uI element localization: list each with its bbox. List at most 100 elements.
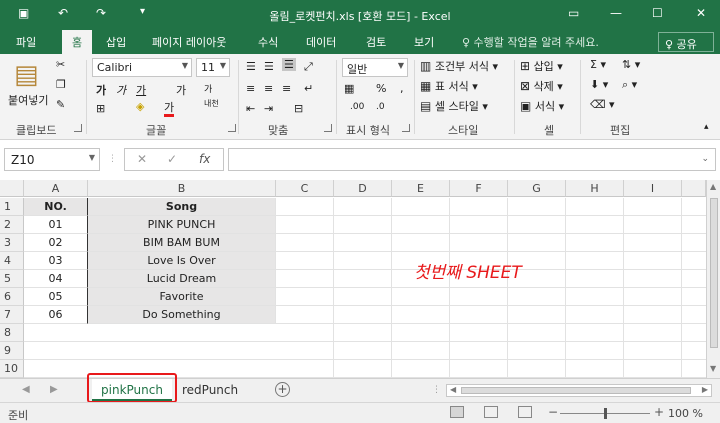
table-header-song[interactable]: Song — [88, 198, 276, 216]
font-color-button[interactable]: 가 — [164, 102, 175, 117]
table-cell-song[interactable]: Love Is Over — [88, 252, 276, 270]
scrollbar-thumb[interactable] — [710, 198, 718, 348]
decrease-indent-icon[interactable]: ⇤ — [246, 102, 255, 115]
column-header-d[interactable]: D — [334, 180, 392, 197]
column-header-f[interactable]: F — [450, 180, 508, 197]
tab-split-handle-icon[interactable]: ⋮ — [432, 385, 441, 395]
table-cell-song[interactable]: BIM BAM BUM — [88, 234, 276, 252]
font-name-combo[interactable]: Calibri ▼ — [92, 58, 192, 77]
table-cell-no[interactable]: 02 — [24, 234, 88, 252]
table-cell-song[interactable]: Do Something — [88, 306, 276, 324]
share-button[interactable]: ♀ 공유 — [658, 32, 714, 52]
scroll-up-icon[interactable]: ▲ — [710, 182, 716, 191]
decrease-decimal-icon[interactable]: .0 — [376, 102, 385, 112]
column-header-a[interactable]: A — [24, 180, 88, 197]
row-header[interactable]: 9 — [0, 342, 24, 360]
formula-input[interactable]: ⌄ — [228, 148, 716, 171]
tell-me-search[interactable]: ♀ 수행할 작업을 알려 주세요. — [462, 34, 599, 50]
increase-decimal-icon[interactable]: .00 — [350, 102, 364, 112]
zoom-slider-thumb[interactable] — [604, 408, 607, 419]
border-icon[interactable]: ⊞ — [96, 102, 105, 115]
column-header-i[interactable]: I — [624, 180, 682, 197]
scroll-down-icon[interactable]: ▼ — [710, 364, 716, 373]
vertical-scrollbar[interactable]: ▲ ▼ — [706, 180, 720, 378]
copy-icon[interactable]: ❐ — [56, 78, 66, 91]
clear-icon[interactable]: ⌫ ▾ — [590, 98, 615, 111]
page-layout-view-icon[interactable] — [484, 406, 498, 418]
row-header[interactable]: 8 — [0, 324, 24, 342]
autosum-icon[interactable]: Σ ▾ — [590, 58, 606, 71]
insert-function-button[interactable]: fx — [199, 152, 210, 166]
row-header[interactable]: 2 — [0, 216, 24, 234]
accounting-icon[interactable]: ▦ — [344, 82, 354, 95]
table-cell-no[interactable]: 04 — [24, 270, 88, 288]
page-break-view-icon[interactable] — [518, 406, 532, 418]
format-cells-button[interactable]: ▣ 서식 ▾ — [520, 98, 564, 114]
horizontal-scrollbar[interactable]: ◀ ▶ — [446, 384, 712, 397]
table-header-no[interactable]: NO. — [24, 198, 88, 216]
wrap-text-icon[interactable]: ↵ — [304, 82, 313, 95]
scroll-right-icon[interactable]: ▶ — [702, 385, 708, 394]
align-top-icon[interactable]: ☰ — [246, 60, 256, 73]
expand-formula-icon[interactable]: ⌄ — [701, 154, 709, 164]
ribbon-display-icon[interactable]: ▭ — [568, 6, 579, 20]
enter-icon[interactable]: ✓ — [167, 152, 177, 166]
tab-view[interactable]: 보기 — [414, 34, 434, 50]
prev-sheet-icon[interactable]: ◀ — [22, 384, 30, 395]
table-cell-song[interactable]: Lucid Dream — [88, 270, 276, 288]
tab-insert[interactable]: 삽입 — [106, 34, 126, 50]
italic-button[interactable]: 가 — [116, 82, 126, 98]
cut-icon[interactable]: ✂ — [56, 58, 65, 71]
align-right-icon[interactable]: ≡ — [282, 82, 291, 95]
zoom-out-icon[interactable]: − — [548, 405, 558, 419]
merge-center-icon[interactable]: ⊟ — [294, 102, 303, 115]
column-header-b[interactable]: B — [88, 180, 276, 197]
tab-data[interactable]: 데이터 — [306, 34, 336, 50]
cancel-icon[interactable]: ✕ — [137, 152, 147, 166]
table-cell-song[interactable]: Favorite — [88, 288, 276, 306]
column-header-g[interactable]: G — [508, 180, 566, 197]
next-sheet-icon[interactable]: ▶ — [50, 384, 58, 395]
tab-file[interactable]: 파일 — [16, 34, 36, 50]
column-header-e[interactable]: E — [392, 180, 450, 197]
grow-font-button[interactable]: 가 — [176, 82, 186, 98]
insert-cells-button[interactable]: ⊞ 삽입 ▾ — [520, 58, 563, 74]
collapse-ribbon-icon[interactable]: ▴ — [704, 122, 709, 132]
tab-home[interactable]: 홈 — [62, 30, 93, 54]
align-left-icon[interactable]: ≡ — [246, 82, 255, 95]
normal-view-icon[interactable] — [450, 406, 464, 418]
comma-button[interactable]: , — [400, 82, 404, 95]
align-middle-icon[interactable]: ☰ — [264, 60, 274, 73]
increase-indent-icon[interactable]: ⇥ — [264, 102, 273, 115]
zoom-level[interactable]: 100 % — [668, 407, 703, 420]
conditional-format-button[interactable]: ▥ 조건부 서식 ▾ — [420, 58, 498, 74]
font-size-combo[interactable]: 11 ▼ — [196, 58, 230, 77]
alignment-launcher-icon[interactable] — [324, 124, 332, 132]
table-cell-no[interactable]: 06 — [24, 306, 88, 324]
row-header[interactable]: 6 — [0, 288, 24, 306]
maximize-icon[interactable]: ☐ — [652, 6, 663, 20]
worksheet-grid[interactable]: A B C D E F G H I ▲ ▼ 1 2 3 4 5 6 7 8 9 … — [0, 180, 720, 378]
delete-cells-button[interactable]: ⊠ 삭제 ▾ — [520, 78, 563, 94]
add-sheet-icon[interactable]: + — [275, 382, 290, 397]
row-header[interactable]: 5 — [0, 270, 24, 288]
align-center-icon[interactable]: ≡ — [264, 82, 273, 95]
table-cell-song[interactable]: PINK PUNCH — [88, 216, 276, 234]
paste-icon[interactable]: ▤ — [14, 60, 39, 90]
select-all-corner[interactable] — [0, 180, 24, 197]
column-header-c[interactable]: C — [276, 180, 334, 197]
close-icon[interactable]: ✕ — [696, 6, 706, 20]
tab-formulas[interactable]: 수식 — [258, 34, 278, 50]
format-painter-icon[interactable]: ✎ — [56, 98, 65, 111]
hscroll-thumb[interactable] — [461, 387, 691, 394]
tab-review[interactable]: 검토 — [366, 34, 386, 50]
scroll-left-icon[interactable]: ◀ — [450, 385, 456, 394]
row-header[interactable]: 1 — [0, 198, 24, 216]
orientation-icon[interactable]: ⤢ — [304, 60, 313, 74]
paste-button[interactable]: 붙여넣기 — [8, 92, 48, 108]
tab-page-layout[interactable]: 페이지 레이아웃 — [152, 34, 226, 50]
align-bottom-icon[interactable]: ☰ — [282, 58, 296, 71]
column-header-h[interactable]: H — [566, 180, 624, 197]
cell-styles-button[interactable]: ▤ 셀 스타일 ▾ — [420, 98, 488, 114]
find-select-icon[interactable]: ⌕ ▾ — [622, 78, 637, 92]
